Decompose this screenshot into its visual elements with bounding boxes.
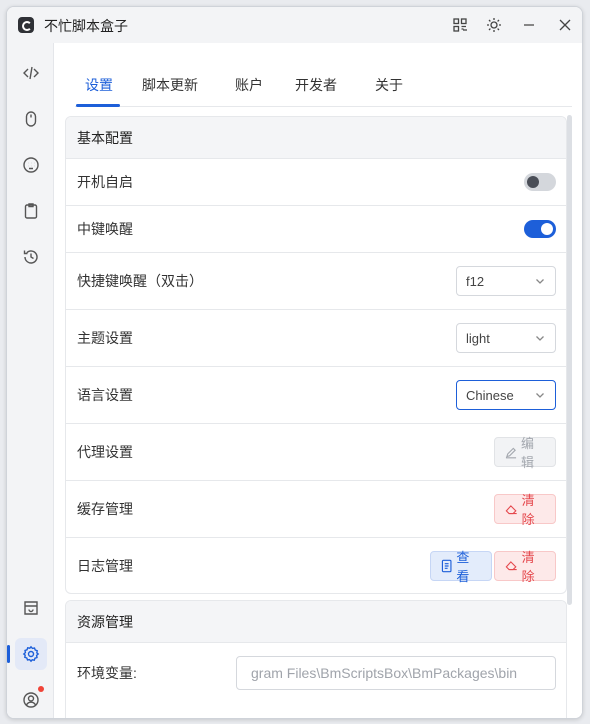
logs-view-button[interactable]: 查看 [430, 550, 492, 584]
sidebar [7, 43, 54, 718]
settings-content: 设置 脚本更新 账户 开发者 关于 基本配置 开机自启 中键唤醒 快捷键唤醒（双… [55, 43, 582, 718]
hotkey-value: f12 [466, 273, 485, 289]
middle-click-row: 中键唤醒 [66, 206, 566, 253]
title-bar: 不忙脚本盒子 [7, 7, 582, 43]
sidebar-item-keyboard[interactable] [15, 149, 47, 181]
cache-clear-label: 清除 [521, 493, 535, 527]
eraser-icon [505, 561, 517, 571]
apps-grid-icon [453, 18, 467, 32]
document-icon [441, 559, 452, 572]
chevron-down-icon [536, 279, 544, 284]
minimize-button[interactable] [517, 13, 541, 37]
logs-clear-label: 清除 [521, 549, 535, 584]
language-value: Chinese [466, 387, 514, 403]
store-icon [24, 601, 38, 615]
logs-clear-button[interactable]: 清除 [494, 550, 556, 584]
proxy-edit-label: 编辑 [521, 436, 535, 470]
sidebar-item-user[interactable] [15, 684, 47, 716]
tab-account[interactable]: 账户 [235, 75, 263, 95]
apps-grid-button[interactable] [448, 13, 472, 37]
code-icon [23, 66, 39, 80]
sidebar-item-history[interactable] [15, 241, 47, 273]
theme-select[interactable]: light [456, 323, 556, 353]
sidebar-item-settings[interactable] [15, 638, 47, 670]
theme-value: light [466, 330, 490, 346]
mouse-icon [25, 111, 37, 127]
sidebar-item-mouse[interactable] [15, 103, 47, 135]
app-window: 不忙脚本盒子 设置 脚本更新 账户 开发者 关于 基本配置 开机自启 中键唤醒 … [6, 6, 583, 719]
theme-toggle-button[interactable] [482, 13, 506, 37]
language-label: 语言设置 [77, 387, 133, 403]
keyboard-icon [23, 157, 39, 173]
chevron-down-icon [536, 393, 544, 398]
user-icon [23, 692, 39, 708]
autostart-toggle[interactable] [524, 173, 556, 191]
close-button[interactable] [553, 13, 577, 37]
notification-badge [38, 686, 44, 692]
edit-icon [505, 447, 517, 458]
scrollbar[interactable] [567, 115, 572, 605]
autostart-label: 开机自启 [77, 174, 133, 190]
sidebar-item-clipboard[interactable] [15, 195, 47, 227]
middle-click-label: 中键唤醒 [77, 221, 133, 237]
cache-clear-button[interactable]: 清除 [494, 493, 556, 527]
tab-settings[interactable]: 设置 [85, 75, 113, 95]
clipboard-icon [24, 203, 38, 219]
hotkey-row: 快捷键唤醒（双击） f12 [66, 253, 566, 310]
app-title: 不忙脚本盒子 [44, 18, 128, 34]
sidebar-active-indicator [7, 645, 10, 663]
tab-script-update[interactable]: 脚本更新 [142, 75, 198, 95]
basic-config-title: 基本配置 [66, 117, 566, 159]
tab-developer[interactable]: 开发者 [295, 75, 337, 95]
sun-icon [487, 18, 501, 32]
hotkey-select[interactable]: f12 [456, 266, 556, 296]
app-logo-icon [18, 17, 34, 33]
settings-icon [22, 645, 40, 663]
language-select[interactable]: Chinese [456, 380, 556, 410]
tab-bar: 设置 脚本更新 账户 开发者 关于 [75, 65, 572, 107]
basic-config-card: 基本配置 开机自启 中键唤醒 快捷键唤醒（双击） f12 主题设置 light … [65, 116, 567, 594]
env-row: 环境变量: gram Files\BmScriptsBox\BmPackages… [66, 643, 566, 703]
middle-click-toggle[interactable] [524, 220, 556, 238]
autostart-row: 开机自启 [66, 159, 566, 206]
minimize-icon [524, 24, 534, 26]
chevron-down-icon [536, 336, 544, 341]
history-icon [23, 250, 38, 264]
theme-label: 主题设置 [77, 330, 133, 346]
logs-row: 日志管理 查看 清除 [66, 538, 566, 593]
cache-row: 缓存管理 清除 [66, 481, 566, 538]
resources-card: 资源管理 环境变量: gram Files\BmScriptsBox\BmPac… [65, 600, 567, 718]
proxy-edit-button[interactable]: 编辑 [494, 436, 556, 470]
close-icon [559, 19, 571, 31]
eraser-icon [505, 504, 517, 514]
tab-active-underline [76, 104, 120, 107]
hotkey-label: 快捷键唤醒（双击） [77, 273, 203, 289]
logs-view-label: 查看 [456, 549, 470, 584]
tab-about[interactable]: 关于 [375, 75, 403, 95]
proxy-label: 代理设置 [77, 444, 133, 460]
sidebar-item-store[interactable] [15, 592, 47, 624]
logs-label: 日志管理 [77, 557, 133, 574]
language-row: 语言设置 Chinese [66, 367, 566, 424]
sidebar-item-code[interactable] [15, 57, 47, 89]
theme-row: 主题设置 light [66, 310, 566, 367]
cache-label: 缓存管理 [77, 501, 133, 517]
env-path-input[interactable]: gram Files\BmScriptsBox\BmPackages\bin [236, 656, 556, 690]
env-label: 环境变量: [77, 665, 137, 681]
resources-title: 资源管理 [66, 601, 566, 643]
proxy-row: 代理设置 编辑 [66, 424, 566, 481]
